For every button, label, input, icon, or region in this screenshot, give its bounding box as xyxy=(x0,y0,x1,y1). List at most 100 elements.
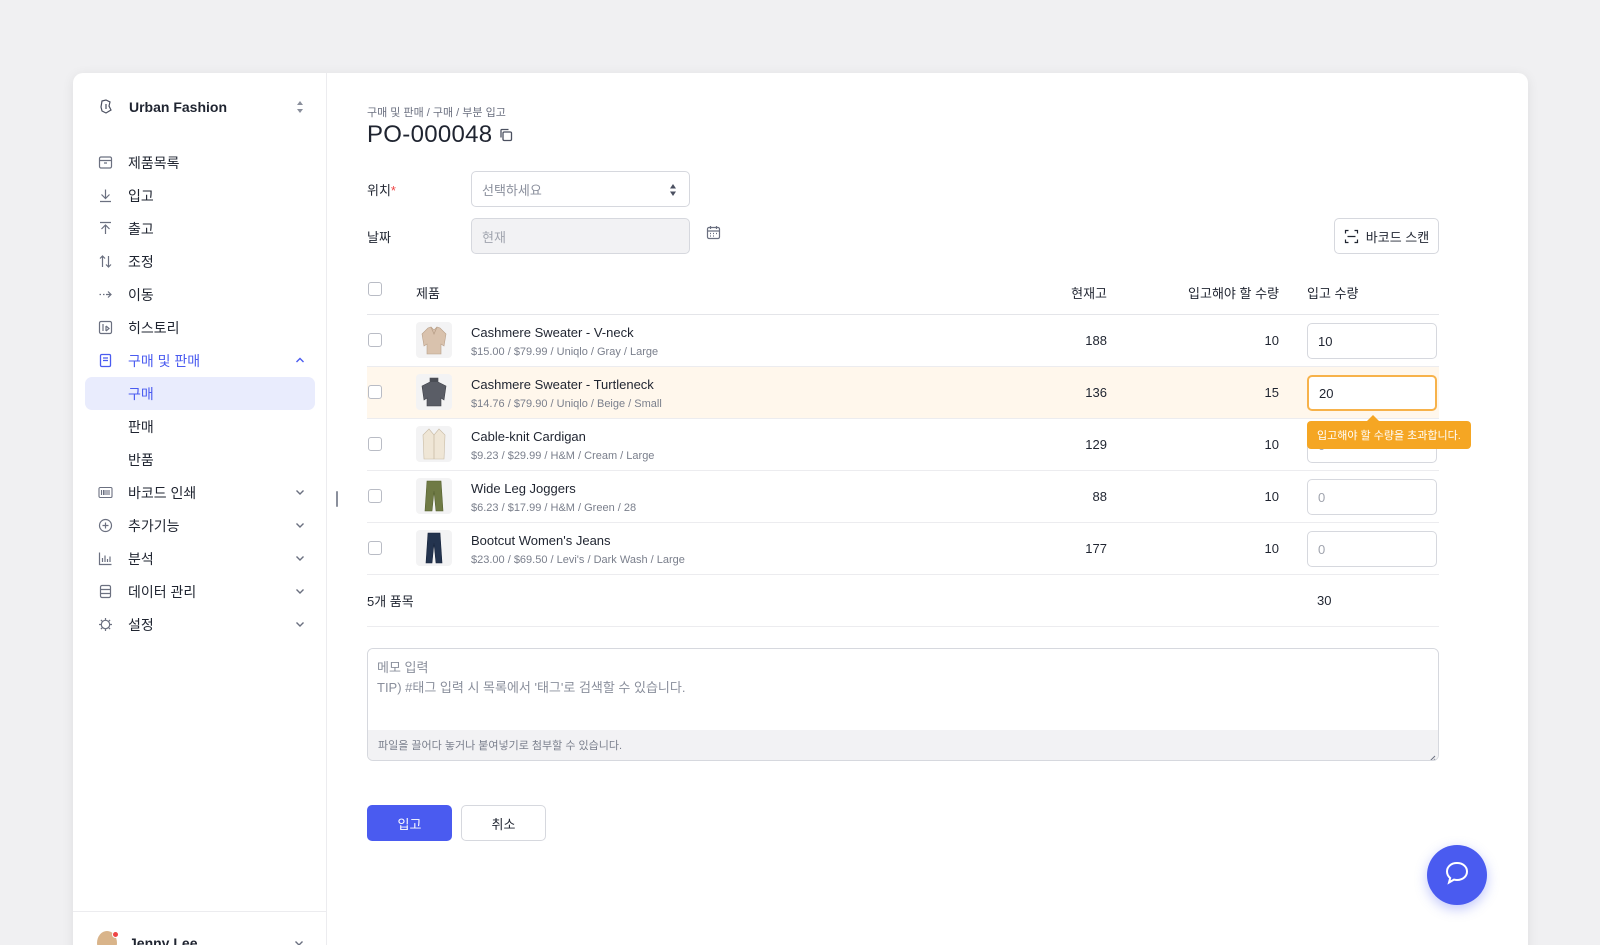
memo-input[interactable] xyxy=(368,649,1438,731)
barcode-icon xyxy=(97,485,113,501)
location-label: 위치* xyxy=(367,180,396,199)
barcode-scan-label: 바코드 스캔 xyxy=(1365,229,1430,245)
sort-arrows-icon xyxy=(293,99,307,115)
sidebar-item-inbound[interactable]: 입고 xyxy=(85,179,315,212)
stock-value: 129 xyxy=(1085,437,1107,452)
resize-grip-icon[interactable] xyxy=(1428,750,1436,760)
history-icon xyxy=(97,320,113,336)
sidebar-item-label: 설정 xyxy=(128,616,154,633)
need-value: 15 xyxy=(1264,385,1279,400)
bar-chart-icon xyxy=(97,551,113,567)
location-select[interactable]: 선택하세요 xyxy=(471,171,690,207)
qty-input[interactable] xyxy=(1307,479,1437,515)
row-checkbox[interactable] xyxy=(368,437,382,451)
chevron-down-icon xyxy=(293,617,307,631)
sidebar-subitem-sales[interactable]: 판매 xyxy=(85,410,315,443)
need-value: 10 xyxy=(1264,489,1279,504)
workspace-name: Urban Fashion xyxy=(129,99,228,115)
sidebar-item-label: 이동 xyxy=(128,286,154,303)
copy-icon[interactable] xyxy=(499,127,515,143)
sidebar-item-data-management[interactable]: 데이터 관리 xyxy=(85,575,315,608)
qty-total: 30 xyxy=(1317,593,1332,608)
box-icon xyxy=(97,155,113,171)
need-value: 10 xyxy=(1264,333,1279,348)
product-meta: $14.76 / $79.90 / Uniqlo / Beige / Small xyxy=(471,398,662,410)
database-icon xyxy=(97,584,113,600)
stock-value: 188 xyxy=(1085,333,1107,348)
sidebar-item-label: 조정 xyxy=(128,253,154,270)
sidebar-item-label: 제품목록 xyxy=(128,154,180,171)
chevron-down-icon xyxy=(293,551,307,565)
stock-value: 177 xyxy=(1085,541,1107,556)
item-count: 5개 품목 xyxy=(367,594,414,609)
row-checkbox[interactable] xyxy=(368,489,382,503)
sidebar-item-outbound[interactable]: 출고 xyxy=(85,212,315,245)
column-header-qty: 입고 수량 xyxy=(1307,285,1359,301)
sidebar-item-barcode-print[interactable]: 바코드 인쇄 xyxy=(85,476,315,509)
sidebar-item-purchase-sales[interactable]: 구매 및 판매 xyxy=(85,344,315,377)
table-row: Cable-knit Cardigan $9.23 / $29.99 / H&M… xyxy=(367,419,1439,471)
product-name: Wide Leg Joggers xyxy=(471,481,576,496)
arrow-up-icon xyxy=(97,221,113,237)
sidebar-item-label: 히스토리 xyxy=(128,319,180,336)
chevron-up-icon xyxy=(293,353,307,367)
sidebar-item-addons[interactable]: 추가기능 xyxy=(85,509,315,542)
date-field[interactable]: 현재 xyxy=(471,218,690,254)
product-name: Bootcut Women's Jeans xyxy=(471,533,611,548)
chevron-down-icon xyxy=(293,936,307,945)
user-name: Jenny Lee xyxy=(129,934,198,945)
row-checkbox[interactable] xyxy=(368,541,382,555)
sidebar-item-settings[interactable]: 설정 xyxy=(85,608,315,641)
sidebar-item-adjust[interactable]: 조정 xyxy=(85,245,315,278)
product-meta: $23.00 / $69.50 / Levi's / Dark Wash / L… xyxy=(471,554,685,566)
page-title: PO-000048 xyxy=(367,121,493,148)
row-checkbox[interactable] xyxy=(368,385,382,399)
breadcrumb: 구매 및 판매 / 구매 / 부분 입고 xyxy=(367,107,506,119)
select-all-checkbox[interactable] xyxy=(368,282,382,296)
column-header-product: 제품 xyxy=(416,285,440,301)
qty-input[interactable] xyxy=(1307,323,1437,359)
sidebar-item-label: 데이터 관리 xyxy=(128,583,197,600)
sort-arrows-icon xyxy=(669,183,677,200)
sidebar-item-label: 분석 xyxy=(128,550,154,567)
user-menu[interactable]: Jenny Lee xyxy=(73,911,327,945)
brand-logo-icon xyxy=(97,98,115,116)
plus-circle-icon xyxy=(97,518,113,534)
product-name: Cashmere Sweater - V-neck xyxy=(471,325,634,340)
attachment-dropzone[interactable]: 파일을 끌어다 놓거나 붙여넣기로 첨부할 수 있습니다. xyxy=(368,730,1438,760)
sidebar-item-products[interactable]: 제품목록 xyxy=(85,146,315,179)
table-summary: 5개 품목 30 xyxy=(367,575,1439,627)
product-name: Cashmere Sweater - Turtleneck xyxy=(471,377,654,392)
submit-button[interactable]: 입고 xyxy=(367,805,452,841)
sidebar-item-label: 출고 xyxy=(128,220,154,237)
qty-input[interactable] xyxy=(1307,531,1437,567)
sidebar-subitem-returns[interactable]: 반품 xyxy=(85,443,315,476)
workspace-switcher[interactable]: Urban Fashion xyxy=(97,95,307,119)
main-content: 구매 및 판매 / 구매 / 부분 입고 PO-000048 위치* 선택하세요… xyxy=(367,73,1497,945)
notification-dot xyxy=(112,930,119,938)
column-header-need: 입고해야 할 수량 xyxy=(1188,285,1279,301)
sidebar-resize-handle[interactable] xyxy=(336,491,338,507)
items-table: 제품 현재고 입고해야 할 수량 입고 수량 Cashmere Sweater … xyxy=(367,270,1471,627)
required-asterisk: * xyxy=(390,183,396,198)
chevron-down-icon xyxy=(293,518,307,532)
cancel-button[interactable]: 취소 xyxy=(461,805,546,841)
calendar-icon[interactable] xyxy=(706,225,722,241)
stock-value: 136 xyxy=(1085,385,1107,400)
need-value: 10 xyxy=(1264,541,1279,556)
need-value: 10 xyxy=(1264,437,1279,452)
sidebar-item-history[interactable]: 히스토리 xyxy=(85,311,315,344)
date-label: 날짜 xyxy=(367,230,391,245)
sidebar-item-analytics[interactable]: 분석 xyxy=(85,542,315,575)
memo-box: 파일을 끌어다 놓거나 붙여넣기로 첨부할 수 있습니다. xyxy=(367,648,1439,761)
sidebar-item-move[interactable]: 이동 xyxy=(85,278,315,311)
table-header: 제품 현재고 입고해야 할 수량 입고 수량 xyxy=(367,270,1439,315)
chat-support-button[interactable] xyxy=(1427,845,1487,905)
barcode-scan-button[interactable]: 바코드 스캔 xyxy=(1334,218,1439,254)
qty-input[interactable] xyxy=(1307,375,1437,411)
sidebar-subitem-purchase[interactable]: 구매 xyxy=(85,377,315,410)
scan-icon xyxy=(1344,228,1360,244)
table-row: Cashmere Sweater - Turtleneck $14.76 / $… xyxy=(367,367,1471,449)
row-checkbox[interactable] xyxy=(368,333,382,347)
product-thumbnail xyxy=(416,530,452,566)
